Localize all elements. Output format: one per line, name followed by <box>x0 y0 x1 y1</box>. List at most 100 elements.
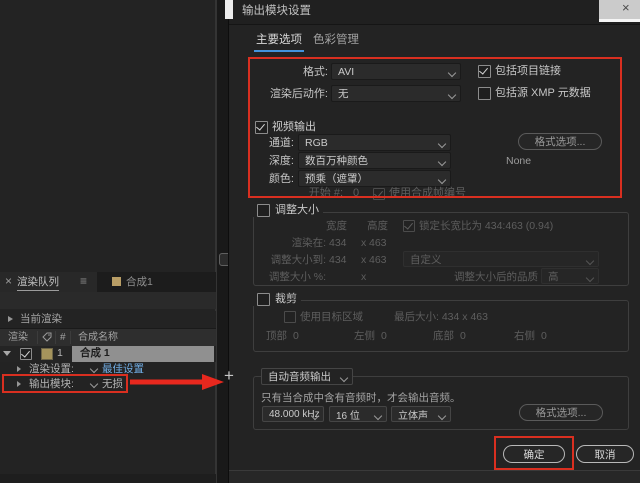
height-header: 高度 <box>367 220 388 233</box>
depth-value: 数百万种颜色 <box>305 153 368 168</box>
dimension-x: x <box>361 254 366 267</box>
chevron-down-icon <box>586 257 594 265</box>
video-format-options-button[interactable]: 格式选项... <box>518 133 602 150</box>
current-render-row[interactable]: 当前渲染 <box>0 311 216 329</box>
column-number[interactable]: # <box>60 331 66 344</box>
audio-format-options-label: 格式选项... <box>536 405 587 420</box>
close-panel-icon[interactable]: × <box>5 275 12 287</box>
tab-composition[interactable]: 合成1 <box>105 272 185 292</box>
crop-right-value: 0 <box>541 330 547 343</box>
video-format-options-label: 格式选项... <box>535 134 586 149</box>
crop-right-label: 右侧 <box>514 330 535 343</box>
comp-name: 合成 1 <box>80 347 110 360</box>
tab-render-queue[interactable]: × 渲染队列 ≡ <box>0 272 97 292</box>
crop-bottom-label: 底部 <box>433 330 454 343</box>
composition-icon <box>112 277 121 286</box>
queue-row-comp1[interactable]: 1 合成 1 <box>0 346 216 362</box>
expand-triangle-icon[interactable] <box>17 381 21 387</box>
tab-color-management[interactable]: 色彩管理 <box>313 34 359 47</box>
expand-chevron-icon[interactable] <box>8 316 13 322</box>
resize-group-label: 调整大小 <box>253 204 323 217</box>
add-output-module-plus[interactable]: + <box>224 369 234 382</box>
render-queue-toolbar-strip <box>0 292 216 309</box>
tab-composition-label: 合成1 <box>126 276 153 289</box>
render-enabled-checkbox[interactable] <box>20 348 32 360</box>
audio-channels-dropdown[interactable]: 立体声 <box>391 406 451 422</box>
close-icon[interactable]: × <box>622 1 630 14</box>
resize-preset-value: 自定义 <box>410 252 442 267</box>
column-comp-name[interactable]: 合成名称 <box>78 331 118 344</box>
resize-preset-dropdown: 自定义 <box>403 251 599 267</box>
include-project-link-checkbox[interactable] <box>478 65 491 78</box>
annotation-arrow <box>128 372 224 392</box>
format-dropdown[interactable]: AVI <box>331 63 461 80</box>
lock-aspect-label: 锁定长宽比为 434:463 (0.94) <box>419 220 553 233</box>
label-tag-icon[interactable] <box>42 332 52 342</box>
panel-menu-icon[interactable]: ≡ <box>80 275 87 287</box>
chevron-down-icon <box>438 176 446 184</box>
color-value: 预乘（遮罩） <box>305 171 368 186</box>
dialog-titlebar[interactable]: 输出模块设置 × <box>229 0 640 25</box>
video-output-label: 视频输出 <box>272 121 316 134</box>
start-number-value: 0 <box>353 187 359 200</box>
chevron-down-icon[interactable] <box>90 380 98 388</box>
queue-header-row: 渲染 # 合成名称 <box>0 329 216 347</box>
audio-note: 只有当合成中含有音频时，才会输出音频。 <box>261 392 461 405</box>
resize-to-height: 463 <box>369 254 387 267</box>
footer-strip <box>229 471 640 483</box>
crop-left-label: 左侧 <box>354 330 375 343</box>
chevron-down-icon <box>448 91 456 99</box>
output-module-label: 输出模块: <box>29 378 74 391</box>
column-render[interactable]: 渲染 <box>8 331 28 344</box>
chevron-down-icon <box>438 158 446 166</box>
titlebar-light-corner <box>599 0 640 19</box>
chevron-down-icon <box>340 374 348 382</box>
chevron-down-icon <box>438 140 446 148</box>
comp-name-cell-selected[interactable]: 合成 1 <box>72 346 214 362</box>
chevron-down-icon <box>374 412 382 420</box>
render-settings-label: 渲染设置: <box>29 363 74 376</box>
ok-button[interactable]: 确定 <box>503 445 565 463</box>
audio-output-mode-value: 自动音频输出 <box>268 369 331 384</box>
sample-rate-dropdown[interactable]: 48.000 kHz <box>262 406 324 422</box>
width-header: 宽度 <box>326 220 347 233</box>
tab-active-underline <box>254 50 304 52</box>
audio-channels-value: 立体声 <box>398 407 428 422</box>
final-size-text: 最后大小: 434 x 463 <box>394 311 488 324</box>
resize-to-width: 434 <box>329 254 347 267</box>
output-module-value-link[interactable]: 无损 <box>102 378 123 391</box>
video-output-checkbox[interactable] <box>255 121 268 134</box>
use-roi-checkbox <box>284 311 296 323</box>
post-render-dropdown[interactable]: 无 <box>331 85 461 102</box>
render-at-height: 463 <box>369 237 387 250</box>
resize-pct-label: 调整大小 %: <box>246 271 326 284</box>
collapse-triangle-icon[interactable] <box>3 351 11 356</box>
codec-none-text: None <box>506 155 531 168</box>
depth-label: 深度: <box>239 155 294 168</box>
panel-gap <box>217 0 228 483</box>
expand-triangle-icon[interactable] <box>17 366 21 372</box>
dimension-x: x <box>361 271 366 284</box>
cancel-button[interactable]: 取消 <box>576 445 634 463</box>
label-color-swatch[interactable] <box>41 348 53 360</box>
resize-checkbox[interactable] <box>257 204 270 217</box>
color-dropdown[interactable]: 预乘（遮罩） <box>298 170 451 187</box>
crop-top-value: 0 <box>293 330 299 343</box>
chevron-down-icon[interactable] <box>90 365 98 373</box>
post-render-value: 无 <box>338 86 349 101</box>
render-queue-tabbar: × 渲染队列 ≡ 合成1 <box>0 272 216 292</box>
channels-label: 通道: <box>239 137 294 150</box>
include-xmp-checkbox[interactable] <box>478 87 491 100</box>
crop-checkbox[interactable] <box>257 293 270 306</box>
audio-output-mode-dropdown[interactable]: 自动音频输出 <box>261 368 353 385</box>
depth-dropdown[interactable]: 数百万种颜色 <box>298 152 451 169</box>
dialog-title: 输出模块设置 <box>242 5 311 18</box>
include-xmp-label: 包括源 XMP 元数据 <box>495 87 591 100</box>
column-divider <box>37 331 38 344</box>
render-at-width: 434 <box>329 237 347 250</box>
bit-depth-dropdown[interactable]: 16 位 <box>329 406 387 422</box>
chevron-down-icon <box>311 412 319 420</box>
audio-format-options-button[interactable]: 格式选项... <box>519 404 603 421</box>
channels-dropdown[interactable]: RGB <box>298 134 451 151</box>
tab-main-options[interactable]: 主要选项 <box>256 34 302 47</box>
